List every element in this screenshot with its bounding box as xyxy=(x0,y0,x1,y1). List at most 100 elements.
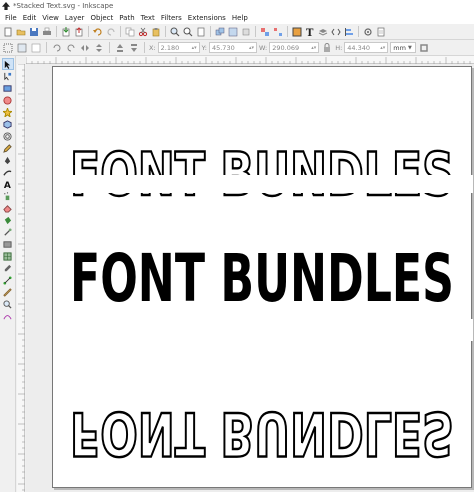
layers-button[interactable] xyxy=(317,26,329,38)
y-value: 45.730 xyxy=(211,43,235,52)
deselect-button[interactable] xyxy=(30,42,42,54)
ruler-icon xyxy=(3,287,12,297)
menu-filters[interactable]: Filters xyxy=(158,14,185,22)
vertical-ruler[interactable] xyxy=(17,64,25,492)
rotate-ccw-button[interactable] xyxy=(51,42,63,54)
text-clip-mask-bottom xyxy=(53,319,473,341)
rotate-cw-button[interactable] xyxy=(65,42,77,54)
select-all-layers-button[interactable] xyxy=(16,42,28,54)
menu-object[interactable]: Object xyxy=(87,14,116,22)
arrow-pointer-icon xyxy=(4,60,11,69)
raise-to-top-button[interactable] xyxy=(114,42,126,54)
h-value: 44.340 xyxy=(347,43,371,52)
inkscape-window: *Stacked Text.svg - Inkscape File Edit V… xyxy=(0,0,474,492)
unit-select[interactable]: mm ▼ xyxy=(390,42,417,53)
x-value: 2.180 xyxy=(160,43,180,52)
rectangle-tool[interactable] xyxy=(2,82,14,94)
document-page[interactable]: FONT BUNDLES FONT BUNDLES FONT BUNDLES xyxy=(52,66,473,488)
cut-button[interactable] xyxy=(137,26,149,38)
text-tool[interactable]: A xyxy=(2,178,14,190)
cube-icon xyxy=(3,119,12,129)
inkscape-logo-icon xyxy=(2,2,10,10)
print-button[interactable] xyxy=(41,26,53,38)
h-field[interactable]: 44.340 ▴▾ xyxy=(344,42,389,53)
spinner-arrows-icon: ▴▾ xyxy=(248,44,254,51)
gradient-tool[interactable] xyxy=(2,238,14,250)
mesh-icon xyxy=(3,251,12,261)
select-all-button[interactable] xyxy=(2,42,14,54)
horizontal-ruler[interactable] xyxy=(26,56,474,64)
menu-view[interactable]: View xyxy=(39,14,62,22)
connector-tool[interactable] xyxy=(2,274,14,286)
lock-proportions-icon[interactable] xyxy=(321,42,333,54)
new-document-button[interactable] xyxy=(2,26,14,38)
eraser-tool[interactable] xyxy=(2,202,14,214)
menu-file[interactable]: File xyxy=(2,14,20,22)
copy-button[interactable] xyxy=(124,26,136,38)
scale-stroke-button[interactable] xyxy=(418,42,430,54)
menu-text[interactable]: Text xyxy=(138,14,158,22)
undo-button[interactable] xyxy=(92,26,104,38)
unlink-clone-button[interactable] xyxy=(240,26,252,38)
lpe-tool[interactable] xyxy=(2,310,14,322)
zoom-drawing-button[interactable] xyxy=(182,26,194,38)
w-field[interactable]: 290.069 ▴▾ xyxy=(269,42,320,53)
dropper-tool[interactable] xyxy=(2,262,14,274)
zoom-tool[interactable] xyxy=(2,298,14,310)
lower-to-bottom-button[interactable] xyxy=(128,42,140,54)
export-button[interactable] xyxy=(73,26,85,38)
menu-path[interactable]: Path xyxy=(116,14,137,22)
spray-tool[interactable] xyxy=(2,190,14,202)
mesh-tool[interactable] xyxy=(2,250,14,262)
measure-tool[interactable] xyxy=(2,286,14,298)
outline-text-bottom-mirrored[interactable]: FONT BUNDLES xyxy=(69,397,455,469)
star-icon xyxy=(3,107,12,117)
import-button[interactable] xyxy=(60,26,72,38)
unit-value: mm xyxy=(393,43,406,52)
menu-edit[interactable]: Edit xyxy=(20,14,40,22)
pen-tool[interactable] xyxy=(2,154,14,166)
duplicate-button[interactable] xyxy=(214,26,226,38)
3d-box-tool[interactable] xyxy=(2,118,14,130)
zoom-page-button[interactable] xyxy=(195,26,207,38)
pencil-tool[interactable] xyxy=(2,142,14,154)
node-tool[interactable] xyxy=(2,70,14,82)
title-bar: *Stacked Text.svg - Inkscape xyxy=(0,0,474,12)
document-properties-button[interactable] xyxy=(375,26,387,38)
xml-editor-button[interactable] xyxy=(330,26,342,38)
redo-button[interactable] xyxy=(105,26,117,38)
x-field[interactable]: 2.180 ▴▾ xyxy=(157,42,200,53)
fill-stroke-button[interactable] xyxy=(291,26,303,38)
ellipse-tool[interactable] xyxy=(2,94,14,106)
tweak-tool[interactable] xyxy=(2,226,14,238)
menu-bar: File Edit View Layer Object Path Text Fi… xyxy=(0,12,474,24)
menu-help[interactable]: Help xyxy=(229,14,251,22)
group-button[interactable] xyxy=(259,26,271,38)
star-tool[interactable] xyxy=(2,106,14,118)
flip-horizontal-button[interactable] xyxy=(79,42,91,54)
open-button[interactable] xyxy=(15,26,27,38)
menu-layer[interactable]: Layer xyxy=(62,14,88,22)
menu-extensions[interactable]: Extensions xyxy=(185,14,229,22)
y-field[interactable]: 45.730 ▴▾ xyxy=(208,42,257,53)
preferences-button[interactable] xyxy=(362,26,374,38)
filled-text-middle[interactable]: FONT BUNDLES xyxy=(70,240,454,317)
spinner-arrows-icon: ▴▾ xyxy=(311,44,317,51)
zoom-selection-button[interactable] xyxy=(169,26,181,38)
align-distribute-button[interactable] xyxy=(343,26,355,38)
ungroup-button[interactable] xyxy=(272,26,284,38)
bucket-tool[interactable] xyxy=(2,214,14,226)
flip-vertical-button[interactable] xyxy=(93,42,105,54)
pen-icon xyxy=(4,156,11,164)
toolbox: A xyxy=(0,56,16,492)
paste-button[interactable] xyxy=(150,26,162,38)
magnifier-icon xyxy=(3,299,12,309)
canvas[interactable]: FONT BUNDLES FONT BUNDLES FONT BUNDLES xyxy=(26,64,474,492)
save-button[interactable] xyxy=(28,26,40,38)
selector-tool[interactable] xyxy=(1,58,14,70)
spiral-tool[interactable] xyxy=(2,130,14,142)
calligraphy-tool[interactable] xyxy=(2,166,14,178)
text-font-button[interactable]: T xyxy=(304,26,316,38)
clone-button[interactable] xyxy=(227,26,239,38)
h-label: H: xyxy=(335,43,343,52)
